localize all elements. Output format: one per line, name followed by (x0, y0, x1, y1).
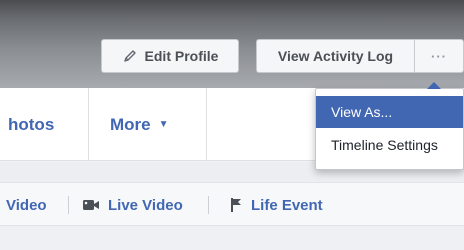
composer-video-button[interactable]: Video (6, 183, 47, 227)
caret-down-icon: ▼ (158, 119, 169, 130)
more-options-button[interactable]: ··· (414, 39, 464, 73)
menu-item-view-as-label: View As... (331, 104, 393, 120)
composer-life-event-label: Life Event (251, 196, 323, 214)
menu-item-timeline-settings-label: Timeline Settings (331, 137, 438, 153)
pencil-icon (122, 48, 138, 64)
edit-profile-label: Edit Profile (144, 48, 219, 64)
tab-more[interactable]: More ▼ (110, 88, 169, 161)
page-background (0, 226, 464, 250)
view-activity-log-label: View Activity Log (277, 48, 394, 64)
ellipsis-icon: ··· (431, 48, 447, 64)
composer-live-video-button[interactable]: Live Video (82, 183, 183, 227)
nav-divider (206, 88, 207, 161)
composer-bar: Video Live Video Life Event (0, 182, 464, 226)
more-options-dropdown: View As... Timeline Settings (315, 82, 464, 170)
composer-live-video-label: Live Video (108, 196, 183, 214)
view-activity-log-button[interactable]: View Activity Log (256, 39, 414, 73)
composer-life-event-button[interactable]: Life Event (229, 183, 323, 227)
composer-video-label: Video (6, 196, 47, 214)
live-video-icon (82, 198, 100, 212)
flag-icon (229, 197, 243, 213)
menu-item-view-as[interactable]: View As... (316, 96, 463, 128)
menu-item-timeline-settings[interactable]: Timeline Settings (316, 129, 463, 161)
composer-divider (68, 196, 69, 214)
nav-divider (88, 88, 89, 161)
composer-divider (208, 196, 209, 214)
tab-photos[interactable]: hotos (8, 88, 54, 161)
tab-more-label: More (110, 114, 151, 134)
tab-photos-label: hotos (8, 114, 55, 134)
dropdown-pointer (427, 82, 441, 89)
edit-profile-button[interactable]: Edit Profile (101, 39, 239, 73)
